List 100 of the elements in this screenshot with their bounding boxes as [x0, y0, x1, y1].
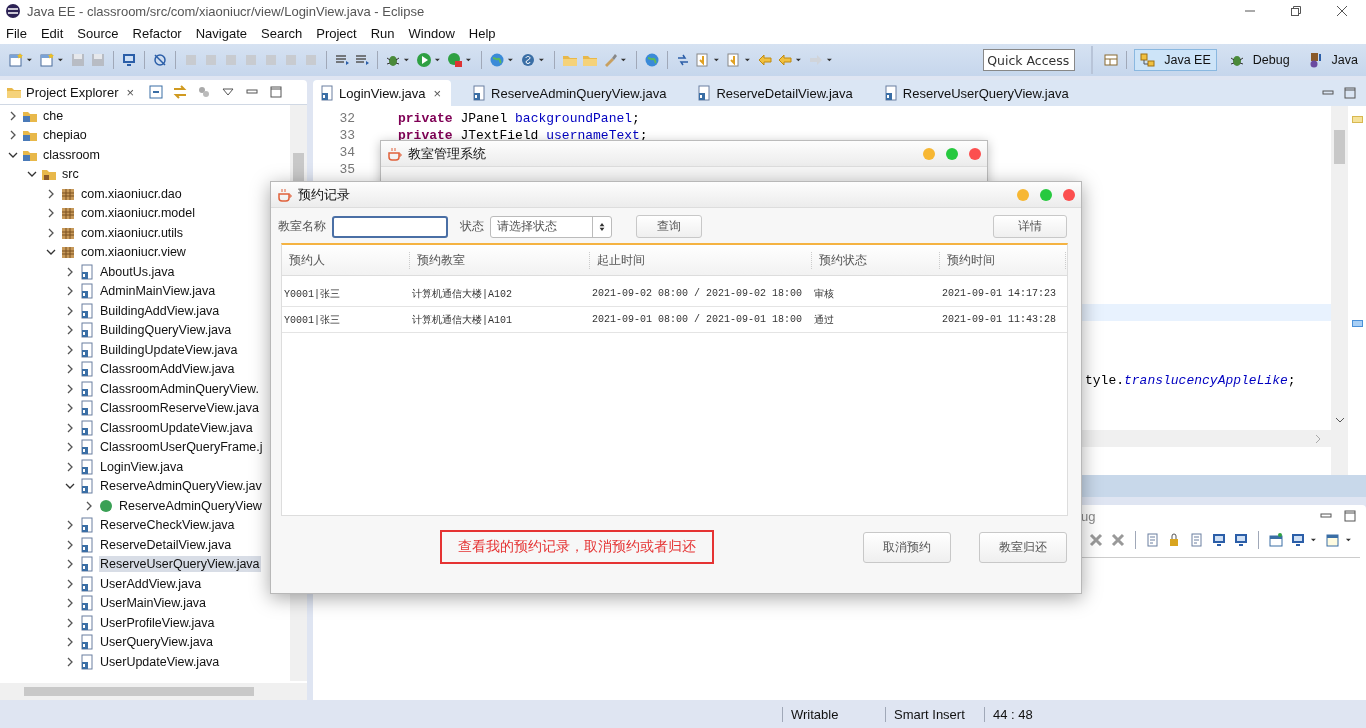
menu-item[interactable]: Project — [316, 25, 357, 41]
overview-marker[interactable] — [1352, 116, 1363, 123]
close-button[interactable] — [1063, 188, 1075, 201]
tree-item[interactable]: ReserveUserQueryView.java — [99, 556, 261, 573]
menu-item[interactable]: Source — [77, 25, 119, 41]
view-tab[interactable]: ug — [1081, 508, 1096, 524]
tree-toggle[interactable] — [65, 383, 75, 394]
editor-tab[interactable]: ReserveAdminQueryView.java — [465, 80, 677, 106]
skip-icon[interactable] — [152, 52, 168, 68]
remove-icon[interactable] — [1088, 532, 1104, 548]
tree-toggle[interactable] — [65, 344, 75, 355]
tree-toggle[interactable] — [65, 539, 75, 550]
new-window-icon[interactable] — [1325, 532, 1341, 548]
tree-toggle[interactable] — [46, 208, 56, 219]
perspective-button[interactable]: Java EE — [1134, 49, 1217, 71]
tree-toggle[interactable] — [8, 130, 18, 141]
editor-tab[interactable]: ReserveDetailView.java — [690, 80, 863, 106]
tree-item[interactable]: ClassroomReserveView.java — [99, 400, 260, 417]
menu-item[interactable]: Navigate — [195, 25, 247, 41]
perspective-button[interactable]: Java — [1301, 49, 1364, 71]
new-file-icon[interactable] — [8, 52, 24, 68]
tree-item[interactable]: AdminMainView.java — [99, 283, 217, 300]
menu-item[interactable]: Search — [261, 25, 303, 41]
tree-item[interactable]: src — [61, 166, 80, 183]
tree-item[interactable]: che — [42, 107, 65, 124]
tree-toggle[interactable] — [65, 286, 75, 297]
menu-item[interactable]: Help — [468, 25, 496, 41]
open-perspective-icon[interactable] — [1103, 52, 1120, 68]
monitor-icon[interactable] — [121, 52, 137, 68]
tree-item[interactable]: ReserveDetailView.java — [99, 536, 233, 553]
tree-item[interactable]: UserQueryView.java — [99, 634, 214, 651]
editor-tab[interactable]: LoginView.java × — [313, 80, 452, 106]
tree-item[interactable]: BuildingUpdateView.java — [99, 341, 239, 358]
monitor-icon[interactable] — [1233, 532, 1249, 548]
monitor-icon[interactable] — [1290, 532, 1306, 548]
tree-item[interactable]: AboutUs.java — [99, 263, 176, 280]
maximize-icon[interactable] — [268, 84, 285, 100]
status-dropdown[interactable]: 请选择状态 — [490, 215, 612, 238]
new-file-icon[interactable] — [39, 52, 55, 68]
tree-toggle[interactable] — [84, 500, 94, 511]
tree-toggle[interactable] — [46, 227, 56, 238]
quick-access-field[interactable]: Quick Access — [983, 49, 1076, 71]
scrollbar-thumb[interactable] — [1334, 130, 1345, 164]
tree-item[interactable]: ClassroomUpdateView.java — [99, 419, 254, 436]
link-icon[interactable] — [172, 84, 189, 100]
tree-item[interactable]: UserUpdateView.java — [99, 653, 221, 670]
tree-item[interactable]: com.xiaoniucr.view — [80, 244, 187, 261]
tree-toggle[interactable] — [65, 617, 75, 628]
tree-item[interactable]: BuildingQueryView.java — [99, 322, 233, 339]
menu-item[interactable]: Window — [408, 25, 455, 41]
scroll-down-icon[interactable] — [1334, 415, 1345, 425]
tree-toggle[interactable] — [65, 422, 75, 433]
tree-item[interactable]: LoginView.java — [99, 458, 185, 475]
tree-item[interactable]: UserAddView.java — [99, 575, 203, 592]
menu-item[interactable]: File — [6, 25, 27, 41]
scrollbar-thumb[interactable] — [24, 687, 254, 696]
tree-item[interactable]: UserProfileView.java — [99, 614, 216, 631]
query-button[interactable]: 查询 — [636, 215, 702, 238]
tree-toggle[interactable] — [65, 461, 75, 472]
tree-item[interactable]: BuildingAddView.java — [99, 302, 221, 319]
tree-item[interactable]: ReserveAdminQueryView.jav — [99, 478, 263, 495]
tree-toggle[interactable] — [65, 305, 75, 316]
globe-icon[interactable] — [644, 52, 660, 68]
action-button[interactable]: 教室归还 — [979, 531, 1067, 563]
tab-close-button[interactable]: × — [126, 84, 135, 100]
collapse-all-icon[interactable] — [148, 84, 165, 100]
tree-toggle[interactable] — [65, 442, 75, 453]
tree-toggle[interactable] — [65, 266, 75, 277]
detail-button[interactable]: 详情 — [993, 215, 1067, 238]
tree-toggle[interactable] — [65, 325, 75, 336]
globe-icon[interactable] — [489, 52, 505, 68]
tree-item[interactable]: classroom — [42, 146, 101, 163]
tree-item[interactable]: ClassroomUserQueryFrame.j — [99, 439, 264, 456]
tree-toggle[interactable] — [65, 637, 75, 648]
run-icon[interactable] — [416, 52, 432, 68]
tab-close-button[interactable]: × — [433, 85, 442, 101]
pin-icon[interactable] — [1268, 532, 1284, 548]
tree-toggle[interactable] — [65, 403, 75, 414]
tree-item[interactable]: chepiao — [42, 127, 88, 144]
server-icon[interactable] — [520, 52, 536, 68]
editor-tab[interactable]: ReserveUserQueryView.java — [876, 80, 1079, 106]
perspective-button[interactable]: Debug — [1222, 49, 1296, 71]
tree-toggle[interactable] — [65, 656, 75, 667]
tree-item[interactable]: ClassroomAdminQueryView. — [99, 380, 260, 397]
restore-icon[interactable] — [1290, 5, 1302, 17]
list-icon[interactable] — [354, 52, 370, 68]
tree-item[interactable]: ReserveCheckView.java — [99, 517, 236, 534]
maximize-icon[interactable] — [1342, 508, 1358, 524]
menu-item[interactable]: Edit — [40, 25, 64, 41]
tree-item[interactable]: UserMainView.java — [99, 595, 208, 612]
tree-item[interactable]: ClassroomAddView.java — [99, 361, 236, 378]
tree-item[interactable]: ReserveAdminQueryView — [118, 497, 263, 514]
tree-item[interactable]: com.xiaoniucr.utils — [80, 224, 185, 241]
list-icon[interactable] — [334, 52, 350, 68]
tree-toggle[interactable] — [8, 110, 18, 121]
tree-item[interactable]: com.xiaoniucr.model — [80, 205, 196, 222]
tree-item[interactable]: com.xiaoniucr.dao — [80, 185, 183, 202]
tree-toggle[interactable] — [65, 364, 75, 375]
remove-all-icon[interactable] — [1110, 532, 1126, 548]
tree-toggle[interactable] — [65, 559, 75, 570]
